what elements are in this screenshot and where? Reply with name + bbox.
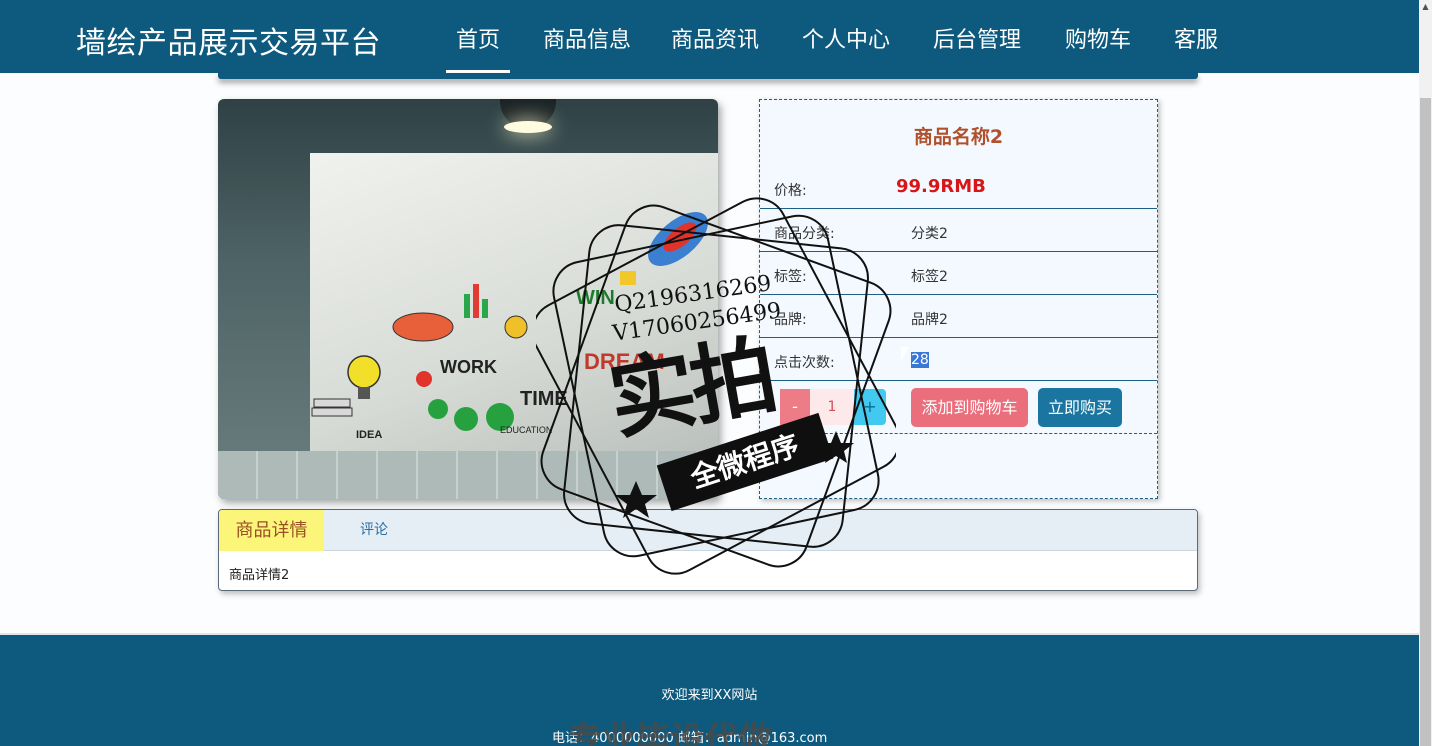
nav-item-service[interactable]: 客服 xyxy=(1174,22,1218,54)
svg-text:IDEA: IDEA xyxy=(356,429,382,441)
nav-item-home[interactable]: 首页 xyxy=(456,22,500,54)
tab-product-details[interactable]: 商品详情 xyxy=(219,510,324,551)
svg-text:EDUCATION: EDUCATION xyxy=(500,425,552,435)
top-nav: 墙绘产品展示交易平台 首页 商品信息 商品资讯 个人中心 后台管理 购物车 客服 xyxy=(0,0,1419,73)
add-to-cart-button[interactable]: 添加到购物车 xyxy=(911,388,1028,427)
mouse-cursor-icon xyxy=(900,346,910,362)
price-value: 99.9RMB xyxy=(896,176,986,197)
buy-now-button[interactable]: 立即购买 xyxy=(1038,388,1122,427)
row-divider xyxy=(760,208,1157,209)
nav-item-news[interactable]: 商品资讯 xyxy=(671,22,759,54)
tag-label: 标签: xyxy=(774,269,807,285)
svg-text:WORK: WORK xyxy=(440,357,497,377)
quantity-increment-button[interactable]: + xyxy=(854,389,886,425)
nav-item-products[interactable]: 商品信息 xyxy=(543,22,631,54)
row-divider xyxy=(760,251,1157,252)
detail-tabs: 商品详情 评论 商品详情2 xyxy=(218,509,1198,591)
nav-shadow-bar xyxy=(218,73,1198,79)
price-label: 价格: xyxy=(774,183,807,199)
footer-welcome-text: 欢迎来到XX网站 xyxy=(661,688,758,703)
scroll-up-arrow-icon[interactable]: ▲ xyxy=(1419,0,1432,14)
clicks-label: 点击次数: xyxy=(774,355,835,371)
row-divider xyxy=(760,380,1157,381)
tab-bar: 商品详情 评论 xyxy=(219,510,1197,551)
brand-value: 品牌2 xyxy=(911,312,948,328)
watermark-footer-text: 专业毕设代做 xyxy=(568,720,772,746)
row-divider xyxy=(760,294,1157,295)
clicks-value: 28 xyxy=(911,352,929,368)
category-value: 分类2 xyxy=(911,226,948,242)
clicks-value-text: 28 xyxy=(911,352,929,368)
nav-item-profile[interactable]: 个人中心 xyxy=(802,22,890,54)
nav-item-admin[interactable]: 后台管理 xyxy=(933,22,1021,54)
category-label: 商品分类: xyxy=(774,226,835,242)
nav-item-cart[interactable]: 购物车 xyxy=(1065,22,1131,54)
tab-content-text: 商品详情2 xyxy=(229,568,290,583)
tab-comments[interactable]: 评论 xyxy=(360,510,388,551)
product-title: 商品名称2 xyxy=(913,126,1004,148)
page-scrollbar[interactable]: ▲ xyxy=(1419,0,1432,746)
tag-value: 标签2 xyxy=(911,269,948,285)
site-brand[interactable]: 墙绘产品展示交易平台 xyxy=(76,18,381,62)
svg-text:TIME: TIME xyxy=(520,388,568,410)
scroll-thumb[interactable] xyxy=(1420,98,1431,746)
svg-text:WIN: WIN xyxy=(576,287,615,309)
row-divider xyxy=(760,337,1157,338)
